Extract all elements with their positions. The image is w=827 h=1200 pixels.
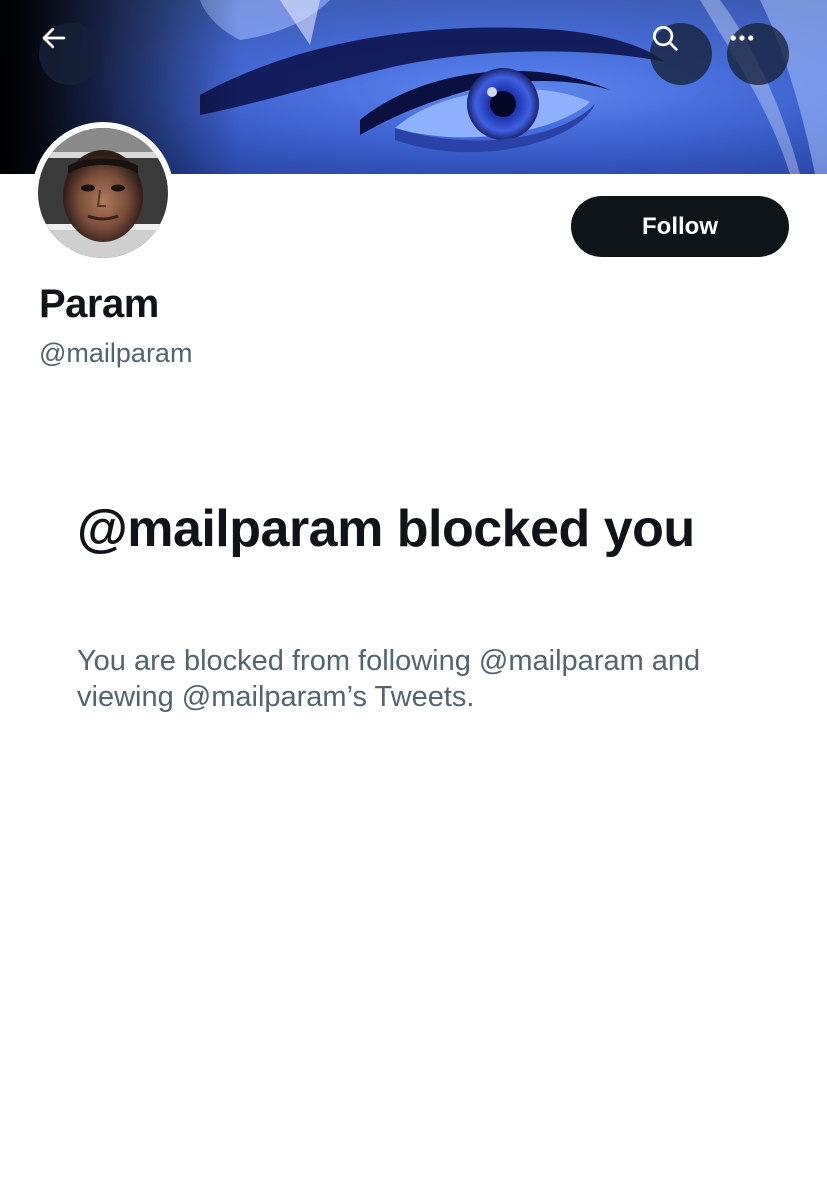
back-button[interactable] xyxy=(39,23,101,85)
blocked-title: @mailparam blocked you xyxy=(77,500,695,558)
more-horizontal-icon xyxy=(730,35,754,41)
blocked-description: You are blocked from following @mailpara… xyxy=(77,645,701,713)
more-button[interactable] xyxy=(727,23,789,85)
search-button[interactable] xyxy=(650,23,712,85)
profile-page: Follow Param @mailparam @mailparam block… xyxy=(0,0,827,1200)
follow-button[interactable]: Follow xyxy=(571,196,789,257)
search-icon xyxy=(653,26,678,51)
arrow-left-icon xyxy=(42,27,66,49)
display-name: Param xyxy=(39,282,159,326)
avatar[interactable] xyxy=(32,122,174,264)
profile-handle: @mailparam xyxy=(39,338,193,368)
avatar-image xyxy=(38,128,168,258)
